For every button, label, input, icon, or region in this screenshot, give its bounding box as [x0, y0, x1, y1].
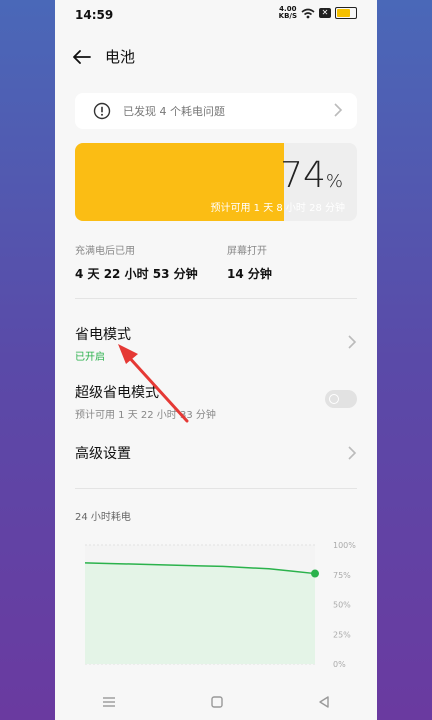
- stat-label: 充满电后已用: [75, 246, 135, 257]
- back-arrow-icon[interactable]: [73, 49, 91, 64]
- chart-y-tick-label: 0%: [333, 660, 346, 669]
- stat-label: 屏幕打开: [227, 246, 267, 257]
- battery-usage-chart: 100% 75% 50% 25% 0%: [84, 541, 356, 669]
- back-icon[interactable]: [318, 696, 330, 708]
- chevron-right-icon: [348, 335, 357, 349]
- battery-percent-sign: %: [325, 171, 343, 192]
- page-header: 电池: [73, 46, 135, 67]
- stat-screen-on: 屏幕打开 14 分钟: [227, 242, 272, 282]
- chart-area-fill: [85, 562, 315, 664]
- divider: [75, 488, 357, 489]
- battery-estimate: 预计可用 1 天 8 小时 28 分钟: [210, 203, 345, 214]
- divider: [75, 298, 357, 299]
- power-saving-title: 省电模式: [75, 327, 131, 343]
- net-speed-unit: KB/S: [278, 12, 297, 20]
- super-power-saving-subtitle: 预计可用 1 天 22 小时 33 分钟: [75, 410, 216, 421]
- chart-y-tick-label: 100%: [333, 541, 356, 550]
- advanced-settings-title: 高级设置: [75, 446, 131, 462]
- advanced-settings-row[interactable]: 高级设置: [75, 443, 357, 463]
- chart-current-point: [311, 569, 319, 578]
- status-icons: 4.00 KB/S ✕: [279, 6, 357, 20]
- battery-icon: [335, 7, 357, 19]
- super-power-saving-toggle[interactable]: [325, 390, 357, 408]
- stat-value: 4 天 22 小时 53 分钟: [75, 267, 198, 281]
- wifi-icon: [301, 8, 315, 18]
- navigation-bar: [55, 684, 377, 720]
- super-power-saving-row: 超级省电模式 预计可用 1 天 22 小时 33 分钟: [75, 382, 357, 421]
- chart-y-tick-label: 50%: [333, 601, 351, 610]
- power-saving-mode-row[interactable]: 省电模式 已开启: [75, 324, 357, 363]
- menu-icon[interactable]: [102, 696, 116, 708]
- page-title: 电池: [105, 48, 136, 66]
- stat-since-full-charge: 充满电后已用 4 天 22 小时 53 分钟: [75, 242, 198, 282]
- battery-percent-number: 74: [280, 155, 326, 196]
- toggle-knob: [329, 394, 339, 404]
- power-saving-status: 已开启: [75, 352, 105, 363]
- warning-icon: [93, 102, 111, 120]
- chart-y-tick-label: 75%: [333, 571, 351, 580]
- chevron-right-icon: [348, 446, 357, 460]
- chart-y-tick-label: 25%: [333, 630, 351, 639]
- power-issue-text: 已发现 4 个耗电问题: [123, 105, 225, 118]
- notification-x-icon: ✕: [319, 8, 331, 18]
- stat-value: 14 分钟: [227, 267, 272, 281]
- status-time: 14:59: [75, 8, 114, 22]
- super-power-saving-title: 超级省电模式: [75, 385, 159, 401]
- power-issue-banner[interactable]: 已发现 4 个耗电问题: [75, 93, 357, 129]
- battery-percentage: 74%: [280, 155, 343, 196]
- status-bar: 14:59 4.00 KB/S ✕: [55, 0, 377, 30]
- battery-icon-level: [337, 9, 350, 17]
- net-speed: 4.00 KB/S: [279, 6, 297, 20]
- home-icon[interactable]: [211, 696, 223, 708]
- chart-title: 24 小时耗电: [75, 512, 131, 523]
- battery-level-card: 74% 预计可用 1 天 8 小时 28 分钟: [75, 143, 357, 221]
- phone-screen: 14:59 4.00 KB/S ✕ 电池 已发现 4 个耗电问题 74% 预计可…: [55, 0, 377, 720]
- chevron-right-icon: [334, 103, 343, 117]
